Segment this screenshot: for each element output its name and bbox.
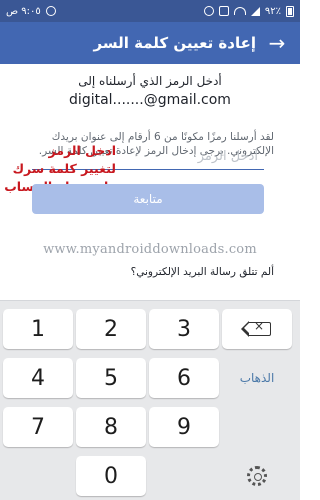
page-title: إعادة تعيين كلمة السر (93, 34, 256, 52)
key-3[interactable]: 3 (149, 309, 219, 349)
key-6[interactable]: 6 (149, 358, 219, 398)
signal-icon (250, 6, 260, 16)
settings-key[interactable] (222, 456, 292, 496)
key-1[interactable]: 1 (3, 309, 73, 349)
battery-percent: ٩٢٪ (264, 5, 281, 17)
status-right: ٩٢٪ (203, 5, 294, 17)
go-key[interactable]: الذهاب (222, 358, 292, 398)
no-email-link[interactable]: ألم تتلق رسالة البريد الإلكتروني؟ (131, 266, 274, 278)
key-8[interactable]: 8 (76, 407, 146, 447)
recipient-email: digital.......@gmail.com (69, 92, 231, 108)
key-0[interactable]: 0 (76, 456, 146, 496)
status-left: ٩:٠٥ ص (6, 6, 56, 17)
key-4[interactable]: 4 (3, 358, 73, 398)
watermark: www.myandroiddownloads.com (43, 242, 257, 257)
status-time: ٩:٠٥ ص (6, 5, 41, 17)
key-backspace[interactable]: × (222, 309, 292, 349)
account-icon (203, 6, 214, 16)
wifi-icon (233, 7, 246, 15)
code-prompt: أدخل الرمز الذي أرسلناه إلى (78, 74, 222, 88)
key-5[interactable]: 5 (76, 358, 146, 398)
backspace-icon: × (241, 319, 271, 338)
notification-icon (45, 6, 56, 16)
reset-password-form: أدخل الرمز الذي أرسلناه إلى digital.....… (0, 64, 300, 300)
key-9[interactable]: 9 (149, 407, 219, 447)
overlay-line-1: ادخل الرمز (48, 143, 117, 158)
continue-button[interactable]: متابعة (32, 184, 264, 214)
back-arrow-icon[interactable]: → (266, 31, 288, 55)
key-2[interactable]: 2 (76, 309, 146, 349)
gear-icon (247, 466, 267, 486)
numeric-keyboard: 1 2 × 4 5 الذهاب 7 8 0 3 6 9 (0, 300, 300, 500)
overlay-line-2: لتغيير كلمة سرك (12, 161, 116, 176)
media-icon (218, 6, 229, 16)
key-7[interactable]: 7 (3, 407, 73, 447)
battery-icon (286, 5, 294, 17)
app-header: → إعادة تعيين كلمة السر (0, 22, 300, 64)
status-bar: ٩:٠٥ ص ٩٢٪ (0, 0, 300, 22)
